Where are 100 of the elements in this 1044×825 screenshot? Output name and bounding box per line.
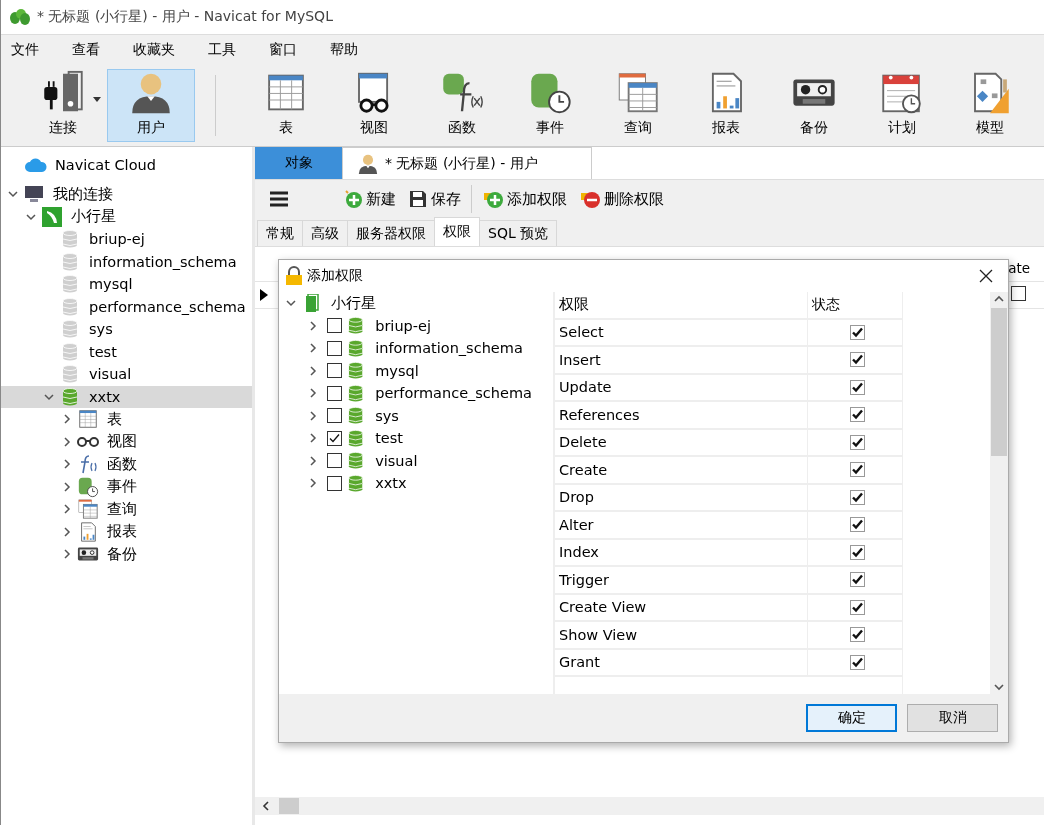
toolbar-button[interactable]: 连接 (19, 69, 107, 142)
tree-item[interactable]: information_schema (89, 253, 237, 270)
scrollbar-thumb[interactable] (991, 308, 1007, 456)
menu-item[interactable]: 查看 (72, 41, 100, 59)
menu-item[interactable]: 收藏夹 (133, 41, 175, 59)
tab[interactable]: 权限 (434, 217, 480, 246)
tree-item[interactable]: performance_schema (375, 385, 532, 402)
chevron-right-icon[interactable] (307, 364, 319, 377)
tree-item[interactable]: xxtx (375, 475, 407, 492)
toolbar-button[interactable]: 查询 (594, 69, 682, 142)
chevron-right-icon[interactable] (307, 319, 319, 332)
checkbox[interactable] (327, 363, 342, 379)
toolbar-button[interactable]: 视图 (330, 69, 418, 142)
checkbox[interactable] (849, 627, 865, 643)
checkbox[interactable] (849, 434, 865, 450)
checkbox[interactable] (327, 475, 342, 491)
checkbox[interactable] (849, 352, 865, 368)
checkbox[interactable] (849, 654, 865, 670)
chevron-up-icon[interactable] (993, 294, 1005, 304)
tree-item[interactable]: 小行星 (71, 207, 116, 227)
toolbar-button[interactable]: 报表 (682, 69, 770, 142)
menu-icon[interactable] (269, 190, 289, 208)
chevron-right-icon[interactable] (307, 432, 319, 445)
toolbar-button[interactable]: 用户 (107, 69, 195, 142)
tab[interactable]: SQL 预览 (479, 220, 558, 246)
tree-item[interactable]: 事件 (107, 477, 137, 497)
toolbar-button[interactable]: 备份 (770, 69, 858, 142)
tree-item[interactable]: Navicat Cloud (55, 157, 156, 173)
selected-tree-row[interactable]: xxtx (1, 385, 252, 408)
tab[interactable]: 常规 (257, 220, 303, 246)
chevron-right-icon[interactable] (61, 413, 73, 426)
checkbox[interactable] (849, 407, 865, 423)
chevron-right-icon[interactable] (61, 435, 73, 448)
checkbox[interactable] (327, 408, 342, 424)
tree-item[interactable]: 表 (107, 409, 122, 429)
menu-item[interactable]: 帮助 (330, 41, 358, 59)
checkbox[interactable] (849, 599, 865, 615)
chevron-right-icon[interactable] (61, 525, 73, 538)
chevron-right-icon[interactable] (61, 480, 73, 493)
tree-item[interactable]: sys (89, 321, 113, 338)
checkbox[interactable] (849, 517, 865, 533)
tree-item[interactable]: visual (89, 366, 132, 383)
toolbar-button[interactable]: 计划 (858, 69, 946, 142)
dialog-button[interactable]: 取消 (907, 704, 998, 732)
chevron-right-icon[interactable] (307, 477, 319, 490)
horizontal-scrollbar[interactable] (255, 797, 1044, 815)
caret-down-icon[interactable] (93, 97, 101, 102)
chevron-right-icon[interactable] (307, 342, 319, 355)
toolbar-button[interactable]: 函数 (418, 69, 506, 142)
tree-item[interactable]: 小行星 (331, 293, 376, 313)
toolbar-button[interactable]: 模型 (946, 69, 1034, 142)
tree-item[interactable]: 我的连接 (53, 184, 113, 204)
dialog-button[interactable]: 确定 (806, 704, 897, 732)
tree-item[interactable]: information_schema (375, 340, 523, 357)
scrollbar-thumb[interactable] (279, 798, 299, 814)
checkbox[interactable] (849, 489, 865, 505)
chevron-right-icon[interactable] (307, 387, 319, 400)
chevron-down-icon[interactable] (993, 682, 1005, 692)
menu-item[interactable]: 文件 (11, 41, 39, 59)
checkbox[interactable] (849, 462, 865, 478)
tree-item[interactable]: xxtx (89, 388, 121, 405)
tree-item[interactable]: mysql (89, 276, 133, 293)
tree-item[interactable]: mysql (375, 362, 419, 379)
tree-item[interactable]: briup-ej (89, 231, 145, 248)
checkbox[interactable] (327, 430, 342, 446)
chevron-right-icon[interactable] (61, 458, 73, 471)
checkbox[interactable] (849, 544, 865, 560)
tree-item[interactable]: visual (375, 452, 418, 469)
checkbox[interactable] (1011, 286, 1026, 301)
tree-item[interactable]: test (89, 343, 117, 360)
menu-item[interactable]: 工具 (208, 41, 236, 59)
chevron-right-icon[interactable] (307, 409, 319, 422)
tree-item[interactable]: 视图 (107, 432, 137, 452)
checkbox[interactable] (849, 379, 865, 395)
checkbox[interactable] (327, 385, 342, 401)
tree-item[interactable]: 函数 (107, 454, 137, 474)
checkbox[interactable] (849, 572, 865, 588)
toolbar-button[interactable]: 添加权限 (480, 187, 569, 211)
tree-item[interactable]: sys (375, 407, 399, 424)
chevron-right-icon[interactable] (307, 454, 319, 467)
checkbox[interactable] (327, 340, 342, 356)
toolbar-button[interactable]: 表 (242, 69, 330, 142)
toolbar-button[interactable]: 保存 (406, 187, 463, 211)
editor-tab[interactable]: * 无标题 (小行星) - 用户 (342, 147, 592, 179)
toolbar-button[interactable]: 新建 (341, 187, 398, 211)
checkbox[interactable] (327, 453, 342, 469)
menu-item[interactable]: 窗口 (269, 41, 297, 59)
tree-item[interactable]: 报表 (107, 522, 137, 542)
editor-tab[interactable]: 对象 (255, 147, 342, 179)
vertical-scrollbar[interactable] (990, 292, 1008, 694)
tree-item[interactable]: performance_schema (89, 298, 246, 315)
tree-item[interactable]: 查询 (107, 499, 137, 519)
tree-item[interactable]: briup-ej (375, 317, 431, 334)
checkbox[interactable] (849, 324, 865, 340)
checkbox[interactable] (327, 318, 342, 334)
chevron-right-icon[interactable] (61, 503, 73, 516)
toolbar-button[interactable]: 删除权限 (577, 187, 666, 211)
chevron-right-icon[interactable] (61, 548, 73, 561)
tree-item[interactable]: test (375, 430, 404, 447)
tree-item[interactable]: 备份 (107, 544, 137, 564)
